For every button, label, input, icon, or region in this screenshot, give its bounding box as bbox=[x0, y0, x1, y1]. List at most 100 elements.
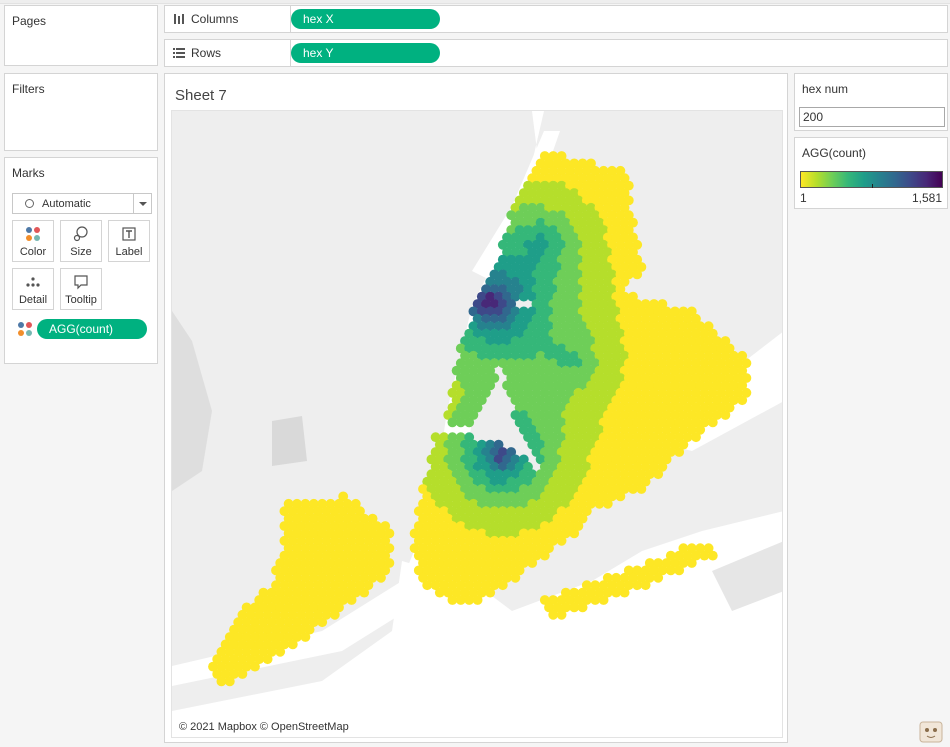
hex-bin-mark[interactable] bbox=[577, 602, 588, 613]
hex-bin-mark[interactable] bbox=[434, 587, 445, 598]
size-button[interactable]: Size bbox=[60, 220, 102, 262]
circle-mark-icon bbox=[25, 199, 34, 208]
label-icon bbox=[109, 225, 149, 243]
hex-bin-mark[interactable] bbox=[359, 587, 370, 598]
chevron-down-icon[interactable] bbox=[133, 194, 151, 213]
hex-bin-mark[interactable] bbox=[611, 587, 622, 598]
hex-bin-mark[interactable] bbox=[737, 395, 748, 406]
detail-button[interactable]: Detail bbox=[12, 268, 54, 310]
hex-bin-mark[interactable] bbox=[216, 676, 227, 687]
hex-bin-mark[interactable] bbox=[497, 580, 508, 591]
mark-type-dropdown[interactable]: Automatic bbox=[12, 193, 152, 214]
hex-bin-mark[interactable] bbox=[691, 432, 701, 443]
hex-bin-mark[interactable] bbox=[447, 595, 458, 605]
mark-type-label: Automatic bbox=[42, 198, 91, 210]
hex-bin-mark[interactable] bbox=[636, 484, 647, 494]
hex-bin-mark[interactable] bbox=[346, 595, 357, 605]
hex-bin-mark[interactable] bbox=[300, 632, 311, 642]
hex-bin-mark[interactable] bbox=[686, 558, 697, 568]
hex-bin-mark[interactable] bbox=[598, 595, 609, 605]
detail-icon bbox=[13, 273, 53, 291]
hex-bin-mark[interactable] bbox=[602, 498, 613, 509]
sheet-title: Sheet 7 bbox=[175, 87, 227, 104]
hex-num-input[interactable]: 200 bbox=[799, 107, 945, 127]
color-field-pill[interactable]: AGG(count) bbox=[37, 319, 147, 339]
hex-bin-mark[interactable] bbox=[590, 595, 601, 605]
hex-bin-mark[interactable] bbox=[699, 550, 710, 561]
hex-bin-mark[interactable] bbox=[510, 572, 521, 583]
label-button-label: Label bbox=[115, 246, 143, 258]
hex-bin-mark[interactable] bbox=[628, 484, 638, 494]
hex-bin-mark[interactable] bbox=[556, 535, 567, 546]
map-canvas[interactable] bbox=[172, 111, 783, 738]
hex-bin-mark[interactable] bbox=[569, 528, 580, 539]
marks-card: Marks Automatic Color Size Label Detail … bbox=[4, 157, 158, 364]
rows-icon bbox=[173, 47, 185, 62]
hex-num-parameter: hex num 200 bbox=[794, 73, 948, 131]
app-logo-icon bbox=[918, 716, 944, 744]
hex-bin-mark[interactable] bbox=[653, 572, 664, 583]
columns-pill[interactable]: hex X bbox=[291, 9, 440, 29]
hex-bin-mark[interactable] bbox=[707, 417, 718, 428]
columns-shelf-label: Columns bbox=[191, 12, 239, 26]
pages-card[interactable]: Pages bbox=[4, 5, 158, 66]
hex-bin-mark[interactable] bbox=[632, 580, 643, 591]
columns-icon bbox=[173, 13, 185, 28]
tooltip-button-label: Tooltip bbox=[65, 294, 97, 306]
hex-bin-mark[interactable] bbox=[539, 550, 550, 561]
hex-bin-mark[interactable] bbox=[329, 609, 340, 620]
hex-bin-mark[interactable] bbox=[464, 595, 475, 605]
pages-title: Pages bbox=[12, 14, 47, 28]
tooltip-icon bbox=[61, 273, 101, 291]
size-button-label: Size bbox=[70, 246, 92, 258]
hex-bin-mark[interactable] bbox=[720, 410, 731, 420]
hex-bin-mark[interactable] bbox=[548, 609, 559, 620]
color-legend: AGG(count) 1 1,581 bbox=[794, 137, 948, 209]
hex-bin-mark[interactable] bbox=[472, 595, 483, 605]
rows-shelf-label: Rows bbox=[191, 46, 222, 60]
marks-title: Marks bbox=[12, 166, 45, 180]
filters-title: Filters bbox=[12, 82, 45, 96]
hex-bin-mark[interactable] bbox=[556, 609, 567, 620]
map-attribution: © 2021 Mapbox © OpenStreetMap bbox=[176, 721, 352, 733]
color-button-label: Color bbox=[19, 246, 47, 258]
hex-bin-mark[interactable] bbox=[250, 661, 260, 672]
hex-bin-mark[interactable] bbox=[455, 595, 466, 605]
color-field-dots-icon bbox=[17, 321, 33, 340]
hex-bin-mark[interactable] bbox=[594, 498, 605, 509]
hex-bin-mark[interactable] bbox=[485, 587, 496, 598]
hex-map[interactable]: © 2021 Mapbox © OpenStreetMap bbox=[171, 110, 783, 738]
hex-bin-mark[interactable] bbox=[376, 572, 386, 583]
hex-bin-mark[interactable] bbox=[464, 417, 475, 428]
hex-bin-mark[interactable] bbox=[707, 550, 718, 561]
hex-bin-mark[interactable] bbox=[237, 669, 248, 679]
columns-shelf[interactable]: Columns hex X bbox=[164, 5, 948, 33]
hex-bin-mark[interactable] bbox=[674, 565, 685, 576]
hex-bin-mark[interactable] bbox=[518, 291, 529, 302]
hex-bin-mark[interactable] bbox=[640, 580, 651, 591]
hex-bin-mark[interactable] bbox=[224, 676, 235, 687]
label-button[interactable]: Label bbox=[108, 220, 150, 262]
hex-bin-mark[interactable] bbox=[569, 602, 580, 613]
hex-bin-mark[interactable] bbox=[619, 587, 630, 598]
hex-bin-mark[interactable] bbox=[653, 469, 664, 480]
color-button[interactable]: Color bbox=[12, 220, 54, 262]
legend-tick bbox=[872, 184, 873, 188]
hex-bin-mark[interactable] bbox=[275, 646, 286, 657]
rows-pill[interactable]: hex Y bbox=[291, 43, 440, 63]
hex-bin-mark[interactable] bbox=[632, 269, 643, 280]
hex-bin-mark[interactable] bbox=[317, 617, 328, 628]
hex-bin-mark[interactable] bbox=[422, 580, 433, 591]
hex-bin-mark[interactable] bbox=[665, 565, 676, 576]
hex-bin-mark[interactable] bbox=[674, 447, 685, 457]
hex-bin-mark[interactable] bbox=[527, 558, 538, 568]
legend-min-label: 1 bbox=[800, 191, 807, 205]
hex-bin-mark[interactable] bbox=[287, 639, 298, 650]
tooltip-button[interactable]: Tooltip bbox=[60, 268, 102, 310]
hex-bin-mark[interactable] bbox=[615, 491, 626, 502]
rows-shelf[interactable]: Rows hex Y bbox=[164, 39, 948, 67]
hex-bin-mark[interactable] bbox=[262, 654, 273, 665]
hex-bin-mark[interactable] bbox=[447, 417, 458, 428]
hex-bin-mark[interactable] bbox=[455, 417, 466, 428]
filters-card[interactable]: Filters bbox=[4, 73, 158, 151]
